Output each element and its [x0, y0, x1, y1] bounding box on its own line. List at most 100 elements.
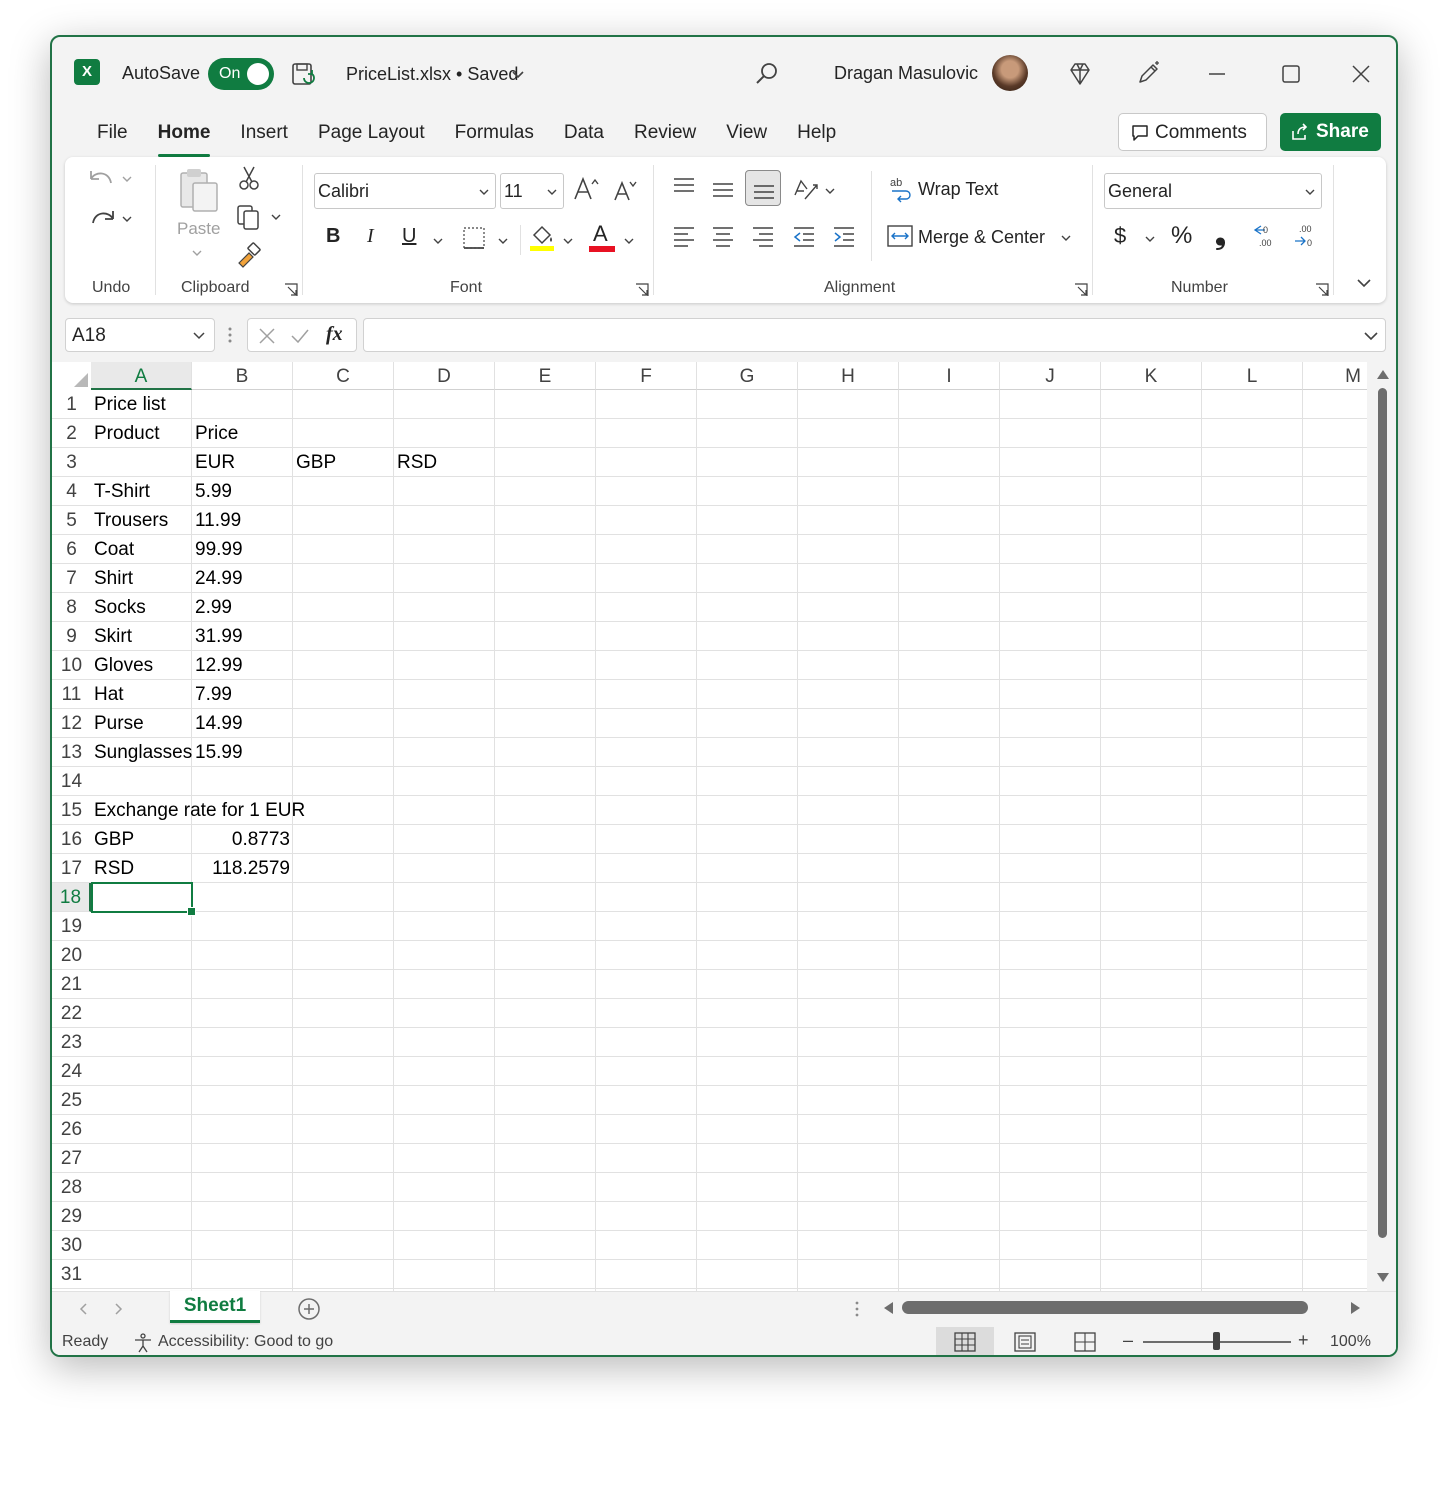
comments-button[interactable]: Comments — [1118, 113, 1267, 151]
borders-chevron-icon[interactable] — [497, 235, 509, 247]
vertical-scroll-thumb[interactable] — [1378, 388, 1387, 1238]
middle-align-icon[interactable] — [710, 177, 736, 203]
increase-decimal-icon[interactable]: 0.00 — [1251, 221, 1279, 249]
clipboard-launcher-icon[interactable] — [284, 283, 298, 297]
cell-a16[interactable]: GBP — [91, 825, 134, 855]
cell-a1[interactable]: Price list — [91, 390, 166, 420]
redo-icon[interactable] — [87, 207, 117, 235]
row-header-5[interactable]: 5 — [52, 506, 91, 535]
cell-a12[interactable]: Purse — [91, 709, 144, 739]
vertical-scrollbar[interactable] — [1369, 362, 1396, 1291]
orientation-chevron-icon[interactable] — [824, 185, 836, 197]
ribbon-expand-chevron-icon[interactable] — [1356, 275, 1372, 291]
share-button[interactable]: Share — [1280, 113, 1381, 151]
cell-b8[interactable]: 2.99 — [192, 593, 232, 623]
cell-b9[interactable]: 31.99 — [192, 622, 243, 652]
row-header-31[interactable]: 31 — [52, 1260, 91, 1289]
cell-b17[interactable]: 118.2579 — [192, 854, 293, 884]
page-layout-view-button[interactable] — [996, 1327, 1054, 1355]
underline-button[interactable]: U — [402, 225, 416, 248]
tab-review[interactable]: Review — [619, 121, 711, 151]
tab-file[interactable]: File — [82, 121, 143, 151]
cell-a13[interactable]: Sunglasses — [91, 738, 192, 768]
row-header-7[interactable]: 7 — [52, 564, 91, 593]
user-name[interactable]: Dragan Masulovic — [834, 63, 978, 84]
font-launcher-icon[interactable] — [635, 283, 649, 297]
row-header-1[interactable]: 1 — [52, 390, 91, 419]
confirm-entry-icon[interactable] — [290, 327, 310, 345]
tab-insert[interactable]: Insert — [225, 121, 303, 151]
cell-a7[interactable]: Shirt — [91, 564, 133, 594]
merge-chevron-icon[interactable] — [1060, 232, 1072, 244]
fill-color-chevron-icon[interactable] — [562, 235, 574, 247]
accessibility-status[interactable]: Accessibility: Good to go — [158, 1333, 333, 1351]
row-header-22[interactable]: 22 — [52, 999, 91, 1028]
row-header-29[interactable]: 29 — [52, 1202, 91, 1231]
orientation-icon[interactable] — [791, 175, 821, 203]
column-header-g[interactable]: G — [697, 362, 798, 390]
cell-a11[interactable]: Hat — [91, 680, 124, 710]
column-header-j[interactable]: J — [1000, 362, 1101, 390]
row-header-17[interactable]: 17 — [52, 854, 91, 883]
scroll-up-icon[interactable] — [1376, 368, 1390, 380]
merge-center-icon[interactable] — [886, 223, 914, 249]
cell-a17[interactable]: RSD — [91, 854, 134, 884]
row-header-10[interactable]: 10 — [52, 651, 91, 680]
currency-chevron-icon[interactable] — [1144, 233, 1156, 245]
wrap-text-icon[interactable]: ab — [888, 175, 914, 203]
column-header-f[interactable]: F — [596, 362, 697, 390]
row-header-28[interactable]: 28 — [52, 1173, 91, 1202]
row-header-15[interactable]: 15 — [52, 796, 91, 825]
row-header-6[interactable]: 6 — [52, 535, 91, 564]
zoom-level[interactable]: 100% — [1330, 1333, 1371, 1351]
autosave-toggle[interactable]: On — [208, 58, 274, 90]
decrease-decimal-icon[interactable]: .000 — [1291, 221, 1319, 249]
designer-pen-icon[interactable] — [1135, 59, 1163, 87]
row-header-21[interactable]: 21 — [52, 970, 91, 999]
undo-chevron-icon[interactable] — [121, 173, 133, 185]
active-cell-selection[interactable] — [91, 882, 196, 916]
font-color-chevron-icon[interactable] — [623, 235, 635, 247]
cell-c3[interactable]: GBP — [293, 448, 336, 478]
formula-bar-grip-icon[interactable] — [226, 325, 234, 345]
formula-input[interactable] — [363, 318, 1386, 352]
row-header-16[interactable]: 16 — [52, 825, 91, 854]
redo-chevron-icon[interactable] — [121, 213, 133, 225]
alignment-launcher-icon[interactable] — [1074, 283, 1088, 297]
column-header-m[interactable]: M — [1303, 362, 1367, 390]
row-header-12[interactable]: 12 — [52, 709, 91, 738]
cell-b10[interactable]: 12.99 — [192, 651, 243, 681]
column-header-d[interactable]: D — [394, 362, 495, 390]
cell-b16[interactable]: 0.8773 — [192, 825, 293, 855]
column-header-b[interactable]: B — [192, 362, 293, 390]
column-header-l[interactable]: L — [1202, 362, 1303, 390]
merge-center-button[interactable]: Merge & Center — [918, 227, 1045, 248]
spreadsheet-grid[interactable]: A B C D E F G H I J K L M 1 Price list 2 Product Price 3 EU… — [52, 362, 1367, 1291]
row-header-25[interactable]: 25 — [52, 1086, 91, 1115]
align-right-icon[interactable] — [750, 223, 776, 249]
chevron-down-icon[interactable] — [192, 329, 206, 343]
row-header-18[interactable]: 18 — [52, 883, 91, 912]
decrease-font-size-icon[interactable] — [612, 177, 638, 203]
paste-icon[interactable] — [177, 167, 223, 215]
cell-b11[interactable]: 7.99 — [192, 680, 232, 710]
accessibility-icon[interactable] — [132, 1332, 154, 1354]
cell-b6[interactable]: 99.99 — [192, 535, 243, 565]
zoom-out-button[interactable]: – — [1123, 1330, 1133, 1351]
horizontal-scroll-thumb[interactable] — [902, 1301, 1308, 1314]
italic-button[interactable]: I — [367, 225, 374, 248]
cell-a10[interactable]: Gloves — [91, 651, 153, 681]
select-all-corner[interactable] — [52, 362, 91, 390]
scroll-left-icon[interactable] — [882, 1301, 894, 1315]
row-header-8[interactable]: 8 — [52, 593, 91, 622]
cell-b12[interactable]: 14.99 — [192, 709, 243, 739]
page-break-view-button[interactable] — [1056, 1327, 1114, 1355]
row-header-20[interactable]: 20 — [52, 941, 91, 970]
zoom-slider-thumb[interactable] — [1213, 1332, 1220, 1350]
number-launcher-icon[interactable] — [1315, 283, 1329, 297]
row-header-2[interactable]: 2 — [52, 419, 91, 448]
align-center-icon[interactable] — [710, 223, 736, 249]
cell-a4[interactable]: T-Shirt — [91, 477, 150, 507]
undo-icon[interactable] — [87, 167, 117, 195]
tab-page-layout[interactable]: Page Layout — [303, 121, 440, 151]
